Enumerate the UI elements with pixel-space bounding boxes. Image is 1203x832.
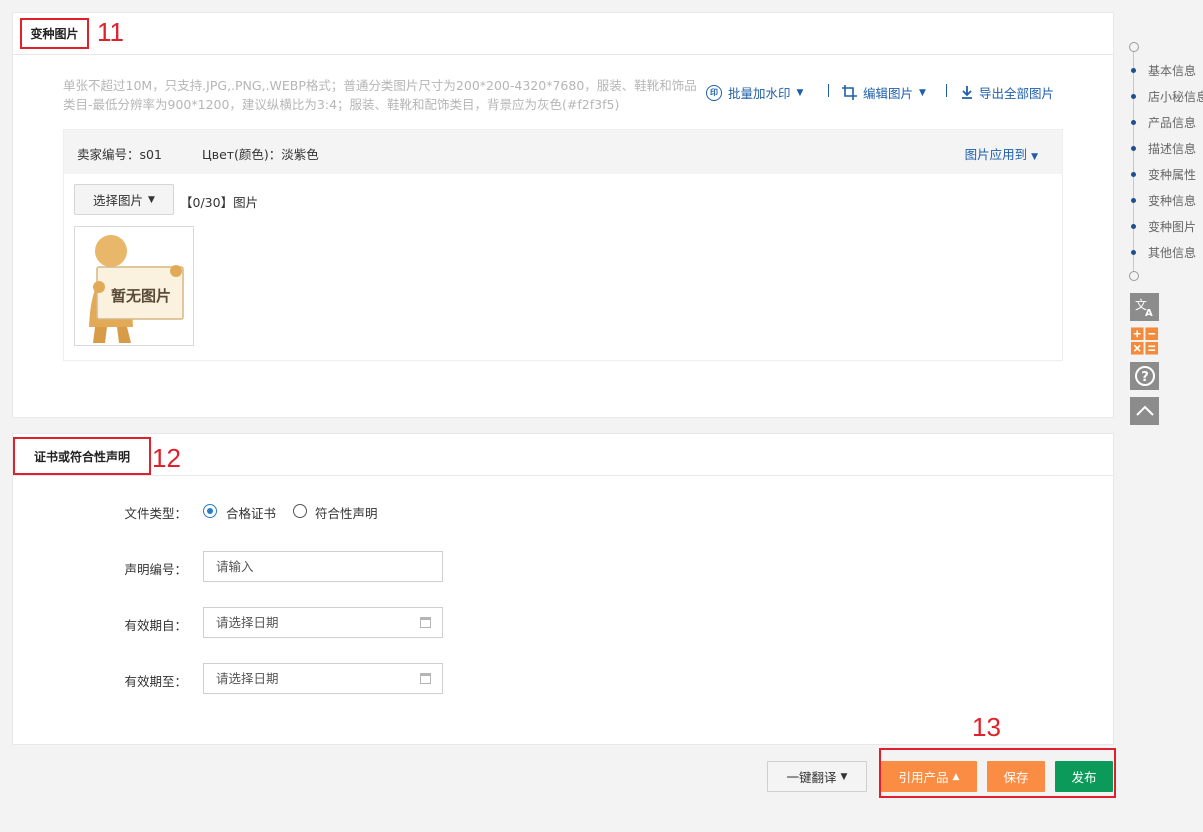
nav-dot — [1131, 120, 1136, 125]
back-to-top-icon[interactable] — [1130, 397, 1159, 425]
declaration-radio[interactable] — [293, 504, 307, 518]
nav-dot — [1131, 172, 1136, 177]
watermark-icon: 印 — [706, 84, 722, 101]
svg-text:?: ? — [1141, 370, 1149, 385]
variant-image-block: 卖家编号：s01 Цвет(颜色)：淡紫色 图片应用到 ▼ 选择图片 ▼ 【0/… — [63, 129, 1063, 361]
side-nav-end — [1129, 271, 1139, 281]
batch-watermark-button[interactable]: 印 批量加水印 ▼ — [706, 83, 803, 102]
declaration-number-label: 声明编号： — [124, 562, 187, 577]
valid-to-placeholder: 请选择日期 — [216, 671, 279, 686]
side-nav-variant-images[interactable]: 变种图片 — [1148, 218, 1196, 235]
valid-to-row: 有效期至： 请选择日期 — [13, 663, 1115, 695]
valid-to-label: 有效期至： — [124, 674, 187, 689]
section-title: 证书或符合性声明 — [13, 437, 151, 475]
publish-button[interactable]: 发布 — [1055, 761, 1113, 792]
choose-image-label: 选择图片 — [93, 193, 144, 208]
declaration-number-row: 声明编号： 请输入 — [13, 551, 1115, 583]
one-click-translate-button[interactable]: 一键翻译 ▼ — [767, 761, 867, 792]
image-count: 【0/30】图片 — [180, 195, 259, 210]
declaration-option-label: 符合性声明 — [315, 506, 378, 521]
certificate-radio[interactable] — [203, 504, 217, 518]
nav-dot — [1131, 198, 1136, 203]
valid-from-placeholder: 请选择日期 — [216, 615, 279, 630]
valid-from-label: 有效期自： — [124, 618, 187, 633]
variant-color: Цвет(颜色)：淡紫色 — [202, 147, 319, 162]
annotation-11: 11 — [97, 17, 124, 47]
divider — [828, 84, 829, 97]
valid-from-date-picker[interactable]: 请选择日期 — [203, 607, 443, 638]
crop-icon — [842, 85, 857, 100]
apply-images-dropdown[interactable]: 图片应用到 ▼ — [965, 144, 1038, 163]
nav-dot — [1131, 94, 1136, 99]
side-nav-product-info[interactable]: 产品信息 — [1148, 114, 1196, 131]
download-icon — [962, 86, 972, 99]
chevron-down-icon: ▼ — [796, 87, 804, 98]
side-nav-description[interactable]: 描述信息 — [1148, 140, 1196, 157]
certificate-option-label: 合格证书 — [226, 506, 277, 521]
variant-images-section: 变种图片 单张不超过10M，只支持.JPG,.PNG,.WEBP格式；普通分类图… — [12, 12, 1114, 418]
svg-text:A: A — [1145, 308, 1153, 317]
divider — [946, 84, 947, 97]
chevron-up-icon: ▲ — [952, 771, 960, 782]
calculator-icon[interactable] — [1130, 327, 1159, 355]
batch-watermark-label: 批量加水印 — [728, 86, 791, 101]
image-requirements-hint: 单张不超过10M，只支持.JPG,.PNG,.WEBP格式；普通分类图片尺寸为2… — [63, 78, 697, 112]
translate-button-label: 一键翻译 — [786, 770, 837, 785]
seller-code: 卖家编号：s01 — [77, 147, 162, 162]
image-placeholder: 暂无图片 — [74, 226, 194, 346]
edit-image-label: 编辑图片 — [863, 86, 914, 101]
export-images-button[interactable]: 导出全部图片 — [961, 83, 1054, 102]
no-image-text: 暂无图片 — [111, 287, 171, 305]
side-nav-other-info[interactable]: 其他信息 — [1148, 244, 1196, 261]
translate-icon[interactable]: 文A — [1130, 293, 1159, 321]
valid-to-date-picker[interactable]: 请选择日期 — [203, 663, 443, 694]
side-nav-start — [1129, 42, 1139, 52]
export-images-label: 导出全部图片 — [979, 86, 1055, 101]
variant-header: 卖家编号：s01 Цвет(颜色)：淡紫色 图片应用到 ▼ — [64, 130, 1062, 174]
side-nav-line — [1133, 50, 1134, 274]
certificate-section: 证书或符合性声明 文件类型： 合格证书 符合性声明 声明编号： 请输入 有效期自… — [12, 433, 1114, 745]
apply-images-label: 图片应用到 — [964, 147, 1028, 162]
edit-image-button[interactable]: 编辑图片 ▼ — [842, 83, 926, 102]
section-title: 变种图片 — [20, 18, 89, 49]
help-icon[interactable]: ? — [1130, 362, 1159, 390]
section-header: 变种图片 — [13, 13, 1113, 55]
side-nav-variant-info[interactable]: 变种信息 — [1148, 192, 1196, 209]
side-nav-shop-info[interactable]: 店小秘信息 — [1148, 88, 1203, 105]
nav-dot — [1131, 250, 1136, 255]
chevron-down-icon: ▼ — [148, 194, 155, 205]
nav-dot — [1131, 224, 1136, 229]
choose-image-button[interactable]: 选择图片 ▼ — [74, 184, 174, 215]
nav-dot — [1131, 68, 1136, 73]
side-nav-basic-info[interactable]: 基本信息 — [1148, 62, 1196, 79]
file-type-label: 文件类型： — [124, 506, 187, 521]
chevron-down-icon: ▼ — [1031, 152, 1038, 162]
reference-product-button[interactable]: 引用产品 ▲ — [881, 761, 977, 792]
annotation-12: 12 — [152, 443, 181, 473]
calendar-icon — [420, 617, 431, 628]
side-nav-variant-attrs[interactable]: 变种属性 — [1148, 166, 1196, 183]
calendar-icon — [420, 673, 431, 684]
no-image-illustration: 暂无图片 — [89, 235, 184, 343]
nav-dot — [1131, 146, 1136, 151]
declaration-number-input[interactable]: 请输入 — [203, 551, 443, 582]
save-button[interactable]: 保存 — [987, 761, 1045, 792]
annotation-13: 13 — [972, 712, 1001, 742]
chevron-down-icon: ▼ — [840, 771, 848, 782]
reference-button-label: 引用产品 — [898, 770, 949, 785]
file-type-row: 文件类型： 合格证书 符合性声明 — [13, 495, 1115, 527]
valid-from-row: 有效期自： 请选择日期 — [13, 607, 1115, 639]
chevron-down-icon: ▼ — [919, 87, 926, 98]
